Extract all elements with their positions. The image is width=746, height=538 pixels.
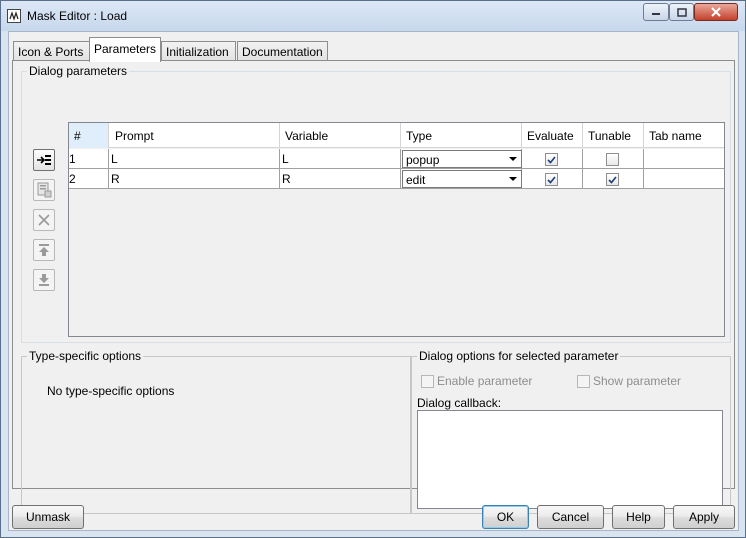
column-header-evaluate[interactable]: Evaluate (522, 123, 583, 148)
checkmark-icon (547, 175, 556, 184)
tunable-cell (583, 149, 644, 169)
tunable-checkbox[interactable] (606, 173, 619, 186)
show-parameter-checkbox[interactable] (577, 375, 590, 388)
enable-parameter-label: Enable parameter (437, 374, 533, 388)
copy-parameter-button[interactable] (33, 179, 55, 201)
row-number: 2 (69, 169, 109, 189)
evaluate-checkbox[interactable] (545, 173, 558, 186)
table-row[interactable]: 1 L L popup (69, 149, 724, 169)
move-down-icon (39, 274, 49, 286)
tab-initialization[interactable]: Initialization (161, 41, 236, 61)
tunable-cell (583, 169, 644, 189)
apply-button[interactable]: Apply (673, 505, 735, 529)
delete-parameter-button[interactable] (33, 209, 55, 231)
add-parameter-icon (37, 155, 51, 165)
column-header-number[interactable]: # (69, 123, 109, 148)
title-bar: Mask Editor : Load (1, 1, 745, 31)
evaluate-cell (522, 169, 583, 189)
tunable-checkbox[interactable] (606, 153, 619, 166)
row-number: 1 (69, 149, 109, 169)
type-specific-options-title: Type-specific options (27, 349, 144, 363)
variable-cell[interactable]: R (280, 169, 401, 189)
no-type-specific-options-text: No type-specific options (47, 384, 175, 398)
column-header-prompt[interactable]: Prompt (109, 123, 280, 148)
dialog-parameters-title: Dialog parameters (27, 64, 130, 78)
mask-editor-window: Mask Editor : Load Icon & Ports Paramete… (0, 0, 746, 538)
checkmark-icon (608, 175, 617, 184)
column-header-variable[interactable]: Variable (280, 123, 401, 148)
column-header-type[interactable]: Type (401, 123, 522, 148)
tab-name-cell[interactable] (644, 149, 724, 169)
evaluate-cell (522, 149, 583, 169)
evaluate-checkbox[interactable] (545, 153, 558, 166)
tab-documentation[interactable]: Documentation (237, 41, 328, 61)
tab-parameters[interactable]: Parameters (89, 37, 161, 62)
tab-name-cell[interactable] (644, 169, 724, 189)
ok-button[interactable]: OK (482, 505, 529, 529)
maximize-button[interactable] (669, 3, 694, 21)
column-header-tab-name[interactable]: Tab name (644, 123, 724, 148)
unmask-button[interactable]: Unmask (12, 505, 84, 529)
type-cell: popup (401, 149, 522, 169)
tab-icon-ports[interactable]: Icon & Ports (13, 41, 90, 61)
type-specific-options-group (21, 356, 411, 514)
minimize-icon (652, 13, 660, 15)
parameters-tab-page: Dialog parameters # Prompt Variable Type… (12, 60, 735, 514)
dialog-callback-textarea[interactable] (417, 410, 723, 509)
copy-parameter-icon (37, 182, 52, 198)
cancel-button[interactable]: Cancel (537, 505, 604, 529)
help-button[interactable]: Help (612, 505, 665, 529)
dialog-client-area: Icon & Ports Parameters Initialization D… (8, 31, 739, 531)
move-up-button[interactable] (33, 239, 55, 261)
prompt-cell[interactable]: R (109, 169, 280, 189)
type-dropdown[interactable]: edit (402, 170, 522, 188)
simulink-app-icon (7, 9, 21, 23)
type-dropdown-value: edit (406, 173, 426, 187)
minimize-button[interactable] (643, 3, 669, 21)
move-up-icon (39, 244, 49, 256)
parameters-table[interactable]: # Prompt Variable Type Evaluate Tunable … (68, 122, 725, 337)
type-dropdown[interactable]: popup (402, 150, 522, 168)
checkmark-icon (547, 155, 556, 164)
enable-parameter-checkbox[interactable] (421, 375, 434, 388)
table-header: # Prompt Variable Type Evaluate Tunable … (69, 123, 724, 148)
variable-cell[interactable]: L (280, 149, 401, 169)
delete-icon (38, 214, 50, 226)
move-down-button[interactable] (33, 269, 55, 291)
prompt-cell[interactable]: L (109, 149, 280, 169)
dialog-callback-label: Dialog callback: (417, 396, 502, 410)
close-button[interactable] (694, 3, 738, 21)
maximize-icon (676, 7, 687, 17)
table-row[interactable]: 2 R R edit (69, 169, 724, 189)
type-cell: edit (401, 169, 522, 189)
dialog-options-title: Dialog options for selected parameter (417, 349, 621, 363)
column-header-tunable[interactable]: Tunable (583, 123, 644, 148)
window-title: Mask Editor : Load (27, 9, 128, 23)
type-dropdown-value: popup (406, 153, 440, 167)
dropdown-arrow-icon (505, 171, 521, 187)
close-icon (711, 7, 721, 17)
show-parameter-label: Show parameter (593, 374, 682, 388)
dropdown-arrow-icon (505, 151, 521, 167)
add-parameter-button[interactable] (33, 149, 55, 171)
